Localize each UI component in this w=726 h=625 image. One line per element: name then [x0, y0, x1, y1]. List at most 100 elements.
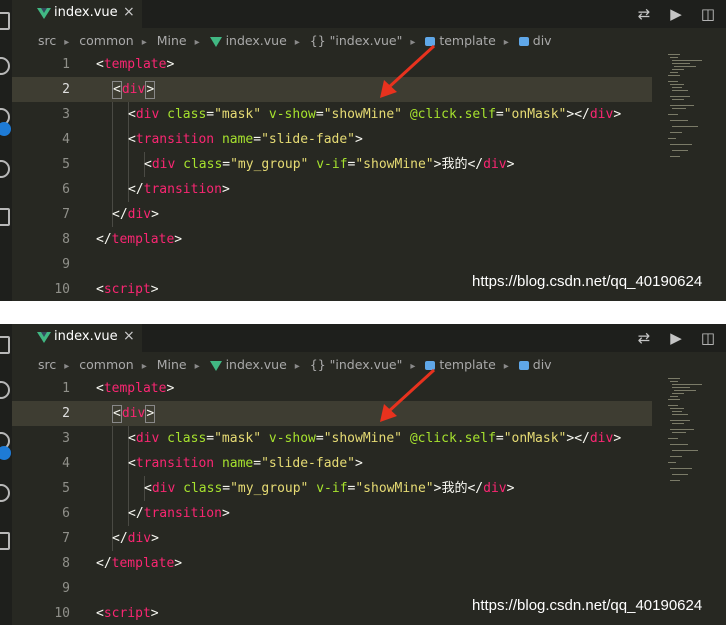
breadcrumb-mine[interactable]: Mine: [157, 33, 187, 48]
code-text: <div class="mask" v-show="showMine" @cli…: [128, 431, 622, 446]
code-line[interactable]: 8 </template>: [12, 227, 652, 252]
minimap[interactable]: [668, 52, 708, 172]
line-number: 1: [62, 57, 70, 72]
line-number: 2: [62, 82, 70, 97]
split-editor-icon[interactable]: ◫: [698, 4, 718, 24]
line-number: 1: [62, 381, 70, 396]
watermark-text: https://blog.csdn.net/qq_40190624: [472, 597, 703, 614]
tab-index-vue[interactable]: index.vue ×: [12, 324, 142, 352]
clock-badge-icon: [0, 446, 11, 460]
line-number: 3: [62, 431, 70, 446]
explorer-icon[interactable]: [0, 336, 10, 354]
line-number: 7: [62, 207, 70, 222]
chevron-right-icon: ▸: [194, 37, 200, 48]
code-text: <div class="my_group" v-if="showMine">我的…: [144, 481, 515, 496]
editor-panel-bottom: index.vue × ⇄ ▶ ◫ src ▸ common ▸ Mine ▸ …: [0, 324, 726, 625]
extensions-icon[interactable]: [0, 532, 10, 550]
vue-icon: [37, 8, 51, 19]
code-line[interactable]: 4 <transition name="slide-fade">: [12, 451, 652, 476]
line-number: 4: [62, 456, 70, 471]
breadcrumb-common[interactable]: common: [79, 33, 133, 48]
code-text: </div>: [112, 531, 159, 546]
clock-badge-icon: [0, 122, 11, 136]
code-text: </transition>: [128, 506, 230, 521]
line-number: 8: [62, 556, 70, 571]
vue-icon: [209, 360, 222, 371]
split-editor-icon[interactable]: ◫: [698, 328, 718, 348]
line-number: 3: [62, 107, 70, 122]
red-arrow-annotation-icon: [380, 44, 436, 98]
compare-changes-icon[interactable]: ⇄: [634, 4, 654, 24]
code-line[interactable]: 6 </transition>: [12, 177, 652, 202]
breadcrumb-file[interactable]: index.vue: [226, 357, 287, 372]
tab-label: index.vue: [54, 329, 118, 344]
chevron-right-icon: ▸: [141, 361, 147, 372]
code-line-active[interactable]: 2 <div>: [12, 77, 652, 102]
activity-bar: [0, 324, 12, 625]
red-arrow-annotation-icon: [380, 368, 436, 422]
code-line[interactable]: 5 <div class="my_group" v-if="showMine">…: [12, 152, 652, 177]
debug-icon[interactable]: [0, 484, 10, 502]
search-icon[interactable]: [0, 381, 10, 399]
code-line[interactable]: 8 </template>: [12, 551, 652, 576]
code-text: <transition name="slide-fade">: [128, 456, 363, 471]
search-icon[interactable]: [0, 57, 10, 75]
code-line[interactable]: 3 <div class="mask" v-show="showMine" @c…: [12, 426, 652, 451]
code-text: <div>: [112, 405, 156, 423]
minimap[interactable]: [668, 376, 708, 496]
run-icon[interactable]: ▶: [666, 328, 686, 348]
code-text: <script>: [96, 606, 159, 621]
code-text: <template>: [96, 57, 175, 72]
code-editor[interactable]: 1 <template> 2 <div> 3 <div class="mask"…: [12, 52, 726, 301]
chevron-right-icon: ▸: [503, 37, 509, 48]
code-line[interactable]: 6 </transition>: [12, 501, 652, 526]
breadcrumb-src[interactable]: src: [38, 357, 56, 372]
breadcrumb-div[interactable]: div: [533, 357, 552, 372]
breadcrumb-div[interactable]: div: [533, 33, 552, 48]
breadcrumb: src ▸ common ▸ Mine ▸ index.vue ▸ {} "in…: [38, 357, 556, 375]
line-number: 4: [62, 132, 70, 147]
element-icon: [518, 361, 529, 370]
code-line[interactable]: 7 </div>: [12, 526, 652, 551]
editor-panel-top: index.vue × ⇄ ▶ ◫ src ▸ common ▸ Mine ▸ …: [0, 0, 726, 301]
debug-icon[interactable]: [0, 160, 10, 178]
code-line[interactable]: 7 </div>: [12, 202, 652, 227]
line-number: 10: [54, 282, 70, 297]
chevron-right-icon: ▸: [64, 37, 70, 48]
breadcrumb-file[interactable]: index.vue: [226, 33, 287, 48]
code-text: <div class="my_group" v-if="showMine">我的…: [144, 157, 515, 172]
watermark-text: https://blog.csdn.net/qq_40190624: [472, 273, 703, 290]
close-icon[interactable]: ×: [123, 328, 135, 344]
line-number: 8: [62, 232, 70, 247]
extensions-icon[interactable]: [0, 208, 10, 226]
code-line[interactable]: 5 <div class="my_group" v-if="showMine">…: [12, 476, 652, 501]
tab-index-vue[interactable]: index.vue ×: [12, 0, 142, 28]
line-number: 9: [62, 257, 70, 272]
code-line[interactable]: 4 <transition name="slide-fade">: [12, 127, 652, 152]
explorer-icon[interactable]: [0, 12, 10, 30]
breadcrumb-template[interactable]: template: [439, 357, 495, 372]
line-number: 10: [54, 606, 70, 621]
breadcrumb-src[interactable]: src: [38, 33, 56, 48]
breadcrumb-common[interactable]: common: [79, 357, 133, 372]
code-text: </template>: [96, 232, 183, 247]
line-number: 5: [62, 157, 70, 172]
chevron-right-icon: ▸: [294, 37, 300, 48]
run-icon[interactable]: ▶: [666, 4, 686, 24]
close-icon[interactable]: ×: [123, 4, 135, 20]
compare-changes-icon[interactable]: ⇄: [634, 328, 654, 348]
tab-label: index.vue: [54, 5, 118, 20]
code-line[interactable]: 1 <template>: [12, 52, 652, 77]
line-number: 5: [62, 481, 70, 496]
line-number: 2: [62, 406, 70, 421]
line-number: 6: [62, 182, 70, 197]
code-text: <transition name="slide-fade">: [128, 132, 363, 147]
breadcrumb-template[interactable]: template: [439, 33, 495, 48]
line-number: 7: [62, 531, 70, 546]
code-editor[interactable]: 1 <template> 2 <div> 3 <div class="mask"…: [12, 376, 726, 625]
code-line[interactable]: 3 <div class="mask" v-show="showMine" @c…: [12, 102, 652, 127]
code-line[interactable]: 1 <template>: [12, 376, 652, 401]
breadcrumb-mine[interactable]: Mine: [157, 357, 187, 372]
code-line-active[interactable]: 2 <div>: [12, 401, 652, 426]
vue-icon: [209, 36, 222, 47]
